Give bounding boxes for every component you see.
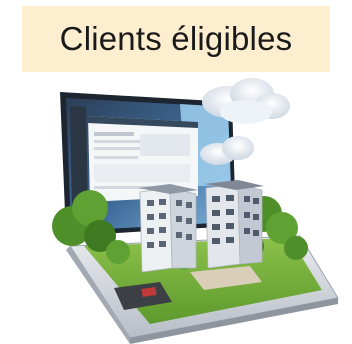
- apartment-building-right: [204, 180, 264, 269]
- laptop-buildings-illustration: [0, 76, 352, 344]
- apartment-building-left: [138, 184, 198, 273]
- page-title: Clients éligibles: [59, 20, 293, 57]
- title-banner: Clients éligibles: [22, 6, 330, 72]
